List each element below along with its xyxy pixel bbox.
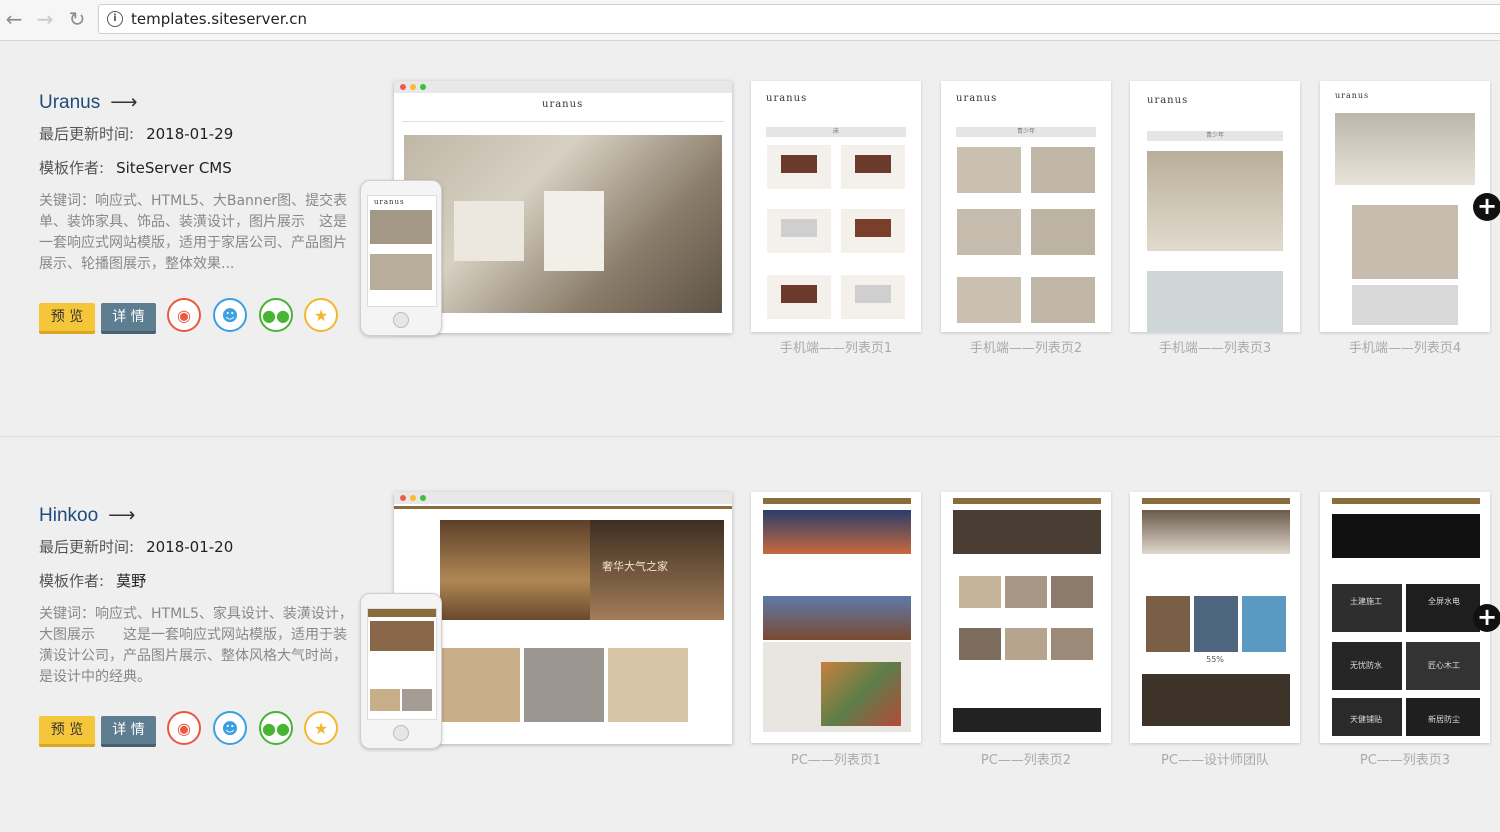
- progress-percent: 55%: [1206, 655, 1224, 664]
- detail-button[interactable]: 详 情: [101, 716, 156, 747]
- thumbnail-caption: 手机端——列表页2: [969, 341, 1083, 356]
- template-title[interactable]: Hinkoo ⟶: [39, 504, 135, 527]
- thumbnail-pc-list-1[interactable]: [751, 492, 921, 743]
- arrow-right-icon: ⟶: [110, 92, 138, 113]
- thumbnail-caption: PC——设计师团队: [1161, 753, 1269, 768]
- brand-logo: uranus: [542, 99, 584, 110]
- thumbnail-caption: PC——列表页1: [790, 753, 882, 768]
- thumbnail-mobile-list-4[interactable]: uranus: [1320, 81, 1490, 332]
- favorite-star-icon[interactable]: ★: [304, 711, 338, 745]
- home-button-icon: [393, 312, 409, 328]
- wechat-share-icon[interactable]: ●●: [259, 298, 293, 332]
- thumbnail-caption: 手机端——列表页1: [779, 341, 893, 356]
- mobile-preview[interactable]: [360, 593, 442, 749]
- template-card-hinkoo: Hinkoo ⟶ 最后更新时间: 2018-01-20 模板作者: 莫野 关键词：响应…: [0, 436, 1500, 832]
- thumbnail-mobile-list-3[interactable]: uranus 青少年: [1130, 81, 1300, 332]
- browser-toolbar: ← → ↻ i templates.siteserver.cn: [0, 0, 1500, 41]
- weibo-share-icon[interactable]: ◉: [167, 298, 201, 332]
- template-description: 关键词：响应式、HTML5、大Banner图、提交表单、装饰家具、饰品、装潢设计…: [39, 193, 348, 272]
- thumbnail-mobile-list-2[interactable]: uranus 青少年: [941, 81, 1111, 332]
- reload-icon[interactable]: ↻: [65, 7, 89, 31]
- thumbnail-caption: 手机端——列表页3: [1158, 341, 1272, 356]
- thumbnail-pc-designer-team[interactable]: 55%: [1130, 492, 1300, 743]
- desktop-preview[interactable]: 奢华大气之家: [394, 492, 732, 744]
- author-info: 模板作者: 莫野: [39, 572, 147, 590]
- arrow-right-icon: ⟶: [108, 505, 136, 526]
- mobile-preview[interactable]: uranus: [360, 180, 442, 336]
- author-info: 模板作者: SiteServer CMS: [39, 159, 232, 177]
- expand-plus-icon[interactable]: +: [1473, 604, 1500, 632]
- update-info: 最后更新时间: 2018-01-29: [39, 125, 234, 143]
- qq-share-icon[interactable]: ☻: [213, 711, 247, 745]
- back-arrow-icon[interactable]: ←: [2, 7, 26, 31]
- banner-text: 奢华大气之家: [602, 560, 668, 573]
- template-title[interactable]: Uranus ⟶: [39, 91, 138, 114]
- address-bar[interactable]: i templates.siteserver.cn: [98, 4, 1500, 34]
- desktop-preview[interactable]: uranus: [394, 81, 732, 333]
- thumbnail-pc-list-3[interactable]: 土建施工 全屏水电 无忧防水 匠心木工 天健铺贴 新居防尘: [1320, 492, 1490, 743]
- qq-share-icon[interactable]: ☻: [213, 298, 247, 332]
- wechat-share-icon[interactable]: ●●: [259, 711, 293, 745]
- thumbnail-caption: PC——列表页2: [980, 753, 1072, 768]
- thumbnail-mobile-list-1[interactable]: uranus 床: [751, 81, 921, 332]
- forward-arrow-icon[interactable]: →: [33, 7, 57, 31]
- url-text: templates.siteserver.cn: [131, 10, 308, 28]
- site-info-icon[interactable]: i: [107, 11, 123, 27]
- thumbnail-pc-list-2[interactable]: [941, 492, 1111, 743]
- thumbnail-caption: 手机端——列表页4: [1348, 341, 1462, 356]
- thumbnail-caption: PC——列表页3: [1359, 753, 1451, 768]
- template-description: 关键词：响应式、HTML5、家具设计、装潢设计，大图展示 这是一套响应式网站模版…: [39, 606, 353, 685]
- preview-button[interactable]: 预 览: [39, 716, 95, 747]
- preview-button[interactable]: 预 览: [39, 303, 95, 334]
- home-button-icon: [393, 725, 409, 741]
- template-card-uranus: Uranus ⟶ 最后更新时间: 2018-01-29 模板作者: SiteServe…: [0, 41, 1500, 436]
- update-info: 最后更新时间: 2018-01-20: [39, 538, 234, 556]
- weibo-share-icon[interactable]: ◉: [167, 711, 201, 745]
- detail-button[interactable]: 详 情: [101, 303, 156, 334]
- expand-plus-icon[interactable]: +: [1473, 193, 1500, 221]
- favorite-star-icon[interactable]: ★: [304, 298, 338, 332]
